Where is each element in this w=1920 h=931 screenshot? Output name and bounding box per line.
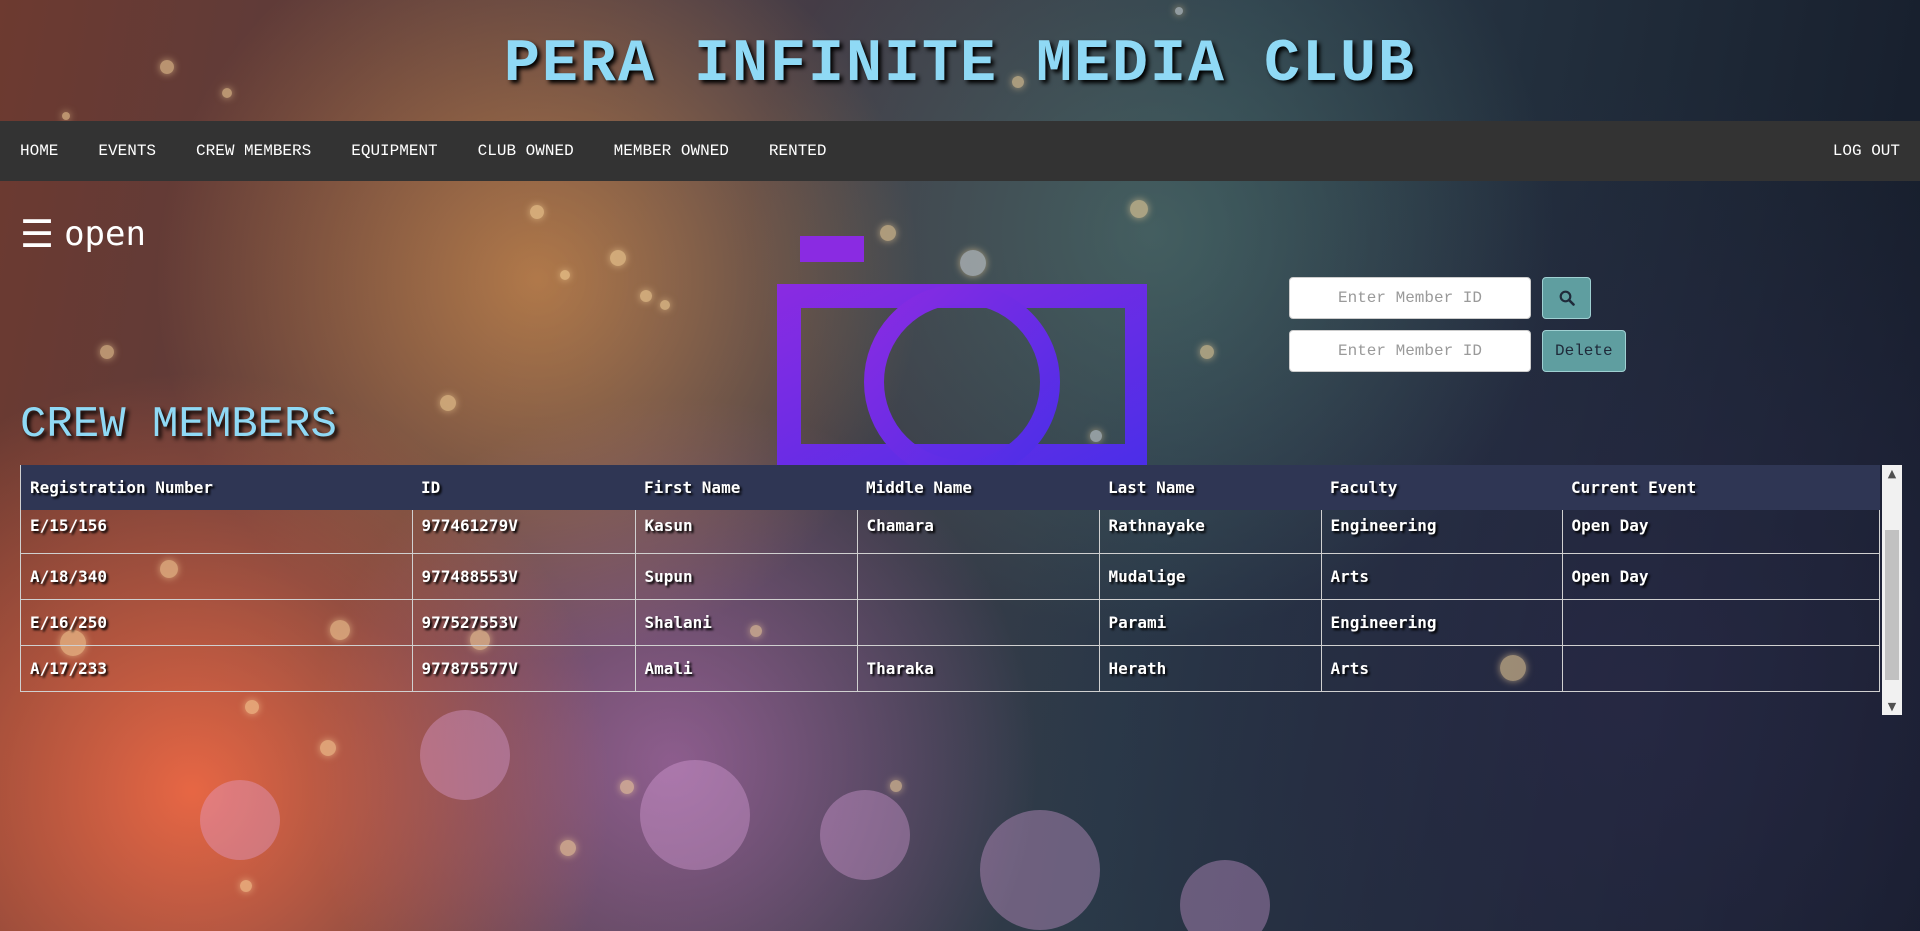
column-header: Faculty [1321,465,1562,510]
cell-first-name: Amali [634,645,858,692]
nav-home[interactable]: HOME [0,121,78,181]
cell-faculty: Engineering [1320,510,1563,554]
cell-middle-name [856,553,1100,600]
site-title: PERA INFINITE MEDIA CLUB [503,31,1417,99]
search-row [1289,277,1626,319]
sidebar-open-toggle[interactable]: ☰ open [20,212,146,256]
cell-first-name: Supun [634,553,858,600]
search-member-id-input[interactable] [1289,277,1531,319]
cell-last-name: Mudalige [1098,553,1322,600]
column-header: Middle Name [857,465,1099,510]
table-header-row: Registration Number ID First Name Middle… [20,465,1880,510]
nav-equipment[interactable]: EQUIPMENT [331,121,457,181]
logout-link[interactable]: LOG OUT [1813,121,1920,181]
column-header: ID [412,465,635,510]
cell-last-name: Parami [1098,599,1322,646]
cell-current-event [1561,599,1880,646]
scroll-down-arrow-icon[interactable]: ▼ [1882,698,1902,715]
cell-current-event: Open Day [1561,510,1880,554]
cell-last-name: Rathnayake [1098,510,1322,554]
table-row[interactable]: A/17/233 977875577V Amali Tharaka Herath… [20,645,1880,692]
nav-crew-members[interactable]: CREW MEMBERS [176,121,331,181]
cell-middle-name: Tharaka [856,645,1100,692]
cell-registration-number: A/17/233 [20,645,413,692]
crew-table-container: Registration Number ID First Name Middle… [20,465,1902,715]
cell-id: 977488553V [411,553,636,600]
scroll-up-arrow-icon[interactable]: ▲ [1882,465,1902,482]
cell-last-name: Herath [1098,645,1322,692]
member-search-panel: Delete [1289,277,1626,383]
crew-members-heading: CREW MEMBERS [20,400,337,450]
table-scrollbar[interactable]: ▲ ▼ [1882,465,1902,715]
delete-button[interactable]: Delete [1542,330,1626,372]
cell-faculty: Arts [1320,553,1563,600]
cell-first-name: Shalani [634,599,858,646]
cell-id: 977527553V [411,599,636,646]
cell-current-event: Open Day [1561,553,1880,600]
camera-icon [777,236,1147,466]
cell-middle-name: Chamara [856,510,1100,554]
column-header: Current Event [1562,465,1880,510]
column-header: Registration Number [20,465,412,510]
column-header: Last Name [1099,465,1321,510]
nav-club-owned[interactable]: CLUB OWNED [458,121,594,181]
cell-id: 977461279V [411,510,636,554]
nav-rented[interactable]: RENTED [749,121,847,181]
sidebar-toggle-label: open [64,214,146,254]
cell-middle-name [856,599,1100,646]
table-row[interactable]: A/18/340 977488553V Supun Mudalige Arts … [20,553,1880,600]
cell-first-name: Kasun [634,510,858,554]
cell-faculty: Engineering [1320,599,1563,646]
cell-registration-number: A/18/340 [20,553,413,600]
search-button[interactable] [1542,277,1591,319]
cell-registration-number: E/16/250 [20,599,413,646]
cell-registration-number: E/15/156 [20,510,413,554]
nav-member-owned[interactable]: MEMBER OWNED [594,121,749,181]
search-icon [1559,290,1575,306]
crew-members-table: Registration Number ID First Name Middle… [20,465,1880,692]
table-row[interactable]: E/16/250 977527553V Shalani Parami Engin… [20,599,1880,646]
hamburger-menu-icon: ☰ [20,212,55,256]
column-header: First Name [635,465,857,510]
cell-faculty: Arts [1320,645,1563,692]
scrollbar-thumb[interactable] [1885,530,1899,680]
cell-id: 977875577V [411,645,636,692]
delete-row: Delete [1289,330,1626,372]
delete-member-id-input[interactable] [1289,330,1531,372]
table-row[interactable]: E/15/156 977461279V Kasun Chamara Rathna… [20,510,1880,554]
nav-events[interactable]: EVENTS [78,121,176,181]
top-navigation: HOME EVENTS CREW MEMBERS EQUIPMENT CLUB … [0,121,1920,181]
cell-current-event [1561,645,1880,692]
